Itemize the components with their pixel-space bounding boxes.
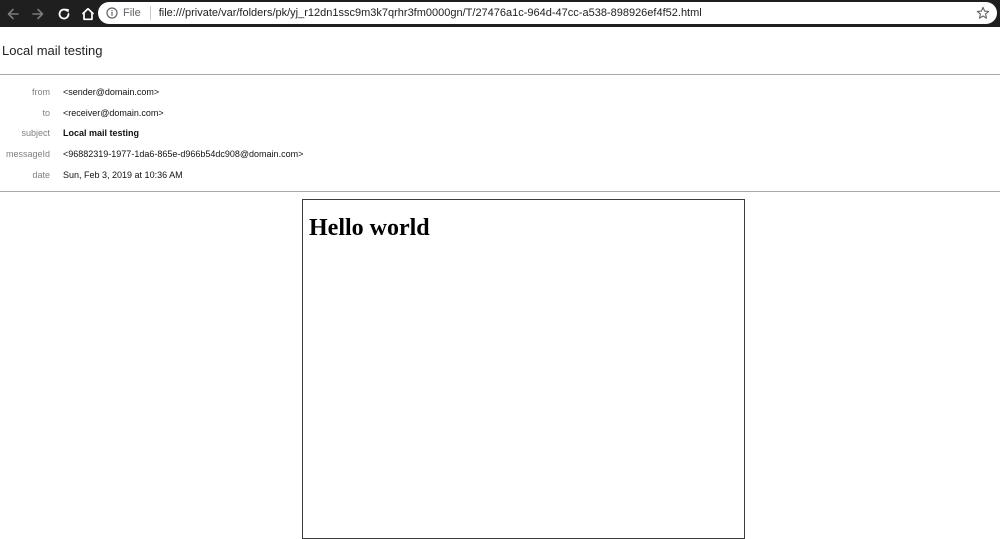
address-separator (149, 6, 151, 20)
header-row-to: to <receiver@domain.com> (0, 106, 1000, 120)
scheme-label: File (123, 7, 141, 19)
header-label: to (42, 108, 50, 118)
back-button[interactable] (2, 3, 24, 25)
url-text[interactable]: file:///private/var/folders/pk/yj_r12dn1… (159, 7, 702, 19)
page-title: Local mail testing (2, 43, 103, 58)
header-value-from: <sender@domain.com> (63, 87, 160, 97)
message-body-frame: Hello world (302, 199, 745, 539)
reload-button[interactable] (53, 3, 75, 25)
info-icon[interactable] (106, 7, 118, 19)
forward-button[interactable] (27, 3, 49, 25)
header-value-messageid: <96882319-1977-1da6-865e-d966b54dc908@do… (63, 149, 304, 159)
header-label: messageId (5, 149, 50, 159)
header-value-subject: Local mail testing (63, 128, 140, 138)
home-button[interactable] (77, 3, 99, 25)
address-bar[interactable]: File file:///private/var/folders/pk/yj_r… (98, 2, 997, 24)
arrow-right-icon (32, 8, 44, 19)
home-icon (81, 7, 95, 20)
header-row-subject: subject Local mail testing (0, 126, 1000, 140)
divider (0, 74, 1000, 75)
header-row-date: date Sun, Feb 3, 2019 at 10:36 AM (0, 168, 1000, 182)
header-row-from: from <sender@domain.com> (0, 85, 1000, 99)
header-label: subject (21, 128, 50, 138)
header-value-to: <receiver@domain.com> (63, 108, 164, 118)
header-label: from (32, 87, 50, 97)
browser-toolbar: File file:///private/var/folders/pk/yj_r… (0, 0, 1000, 27)
header-value-date: Sun, Feb 3, 2019 at 10:36 AM (63, 170, 183, 180)
divider (0, 191, 1000, 192)
arrow-left-icon (7, 8, 19, 19)
star-icon[interactable] (976, 6, 990, 20)
header-label: date (32, 170, 50, 180)
message-heading: Hello world (309, 215, 430, 241)
header-row-messageid: messageId <96882319-1977-1da6-865e-d966b… (0, 147, 1000, 161)
reload-icon (58, 8, 70, 19)
